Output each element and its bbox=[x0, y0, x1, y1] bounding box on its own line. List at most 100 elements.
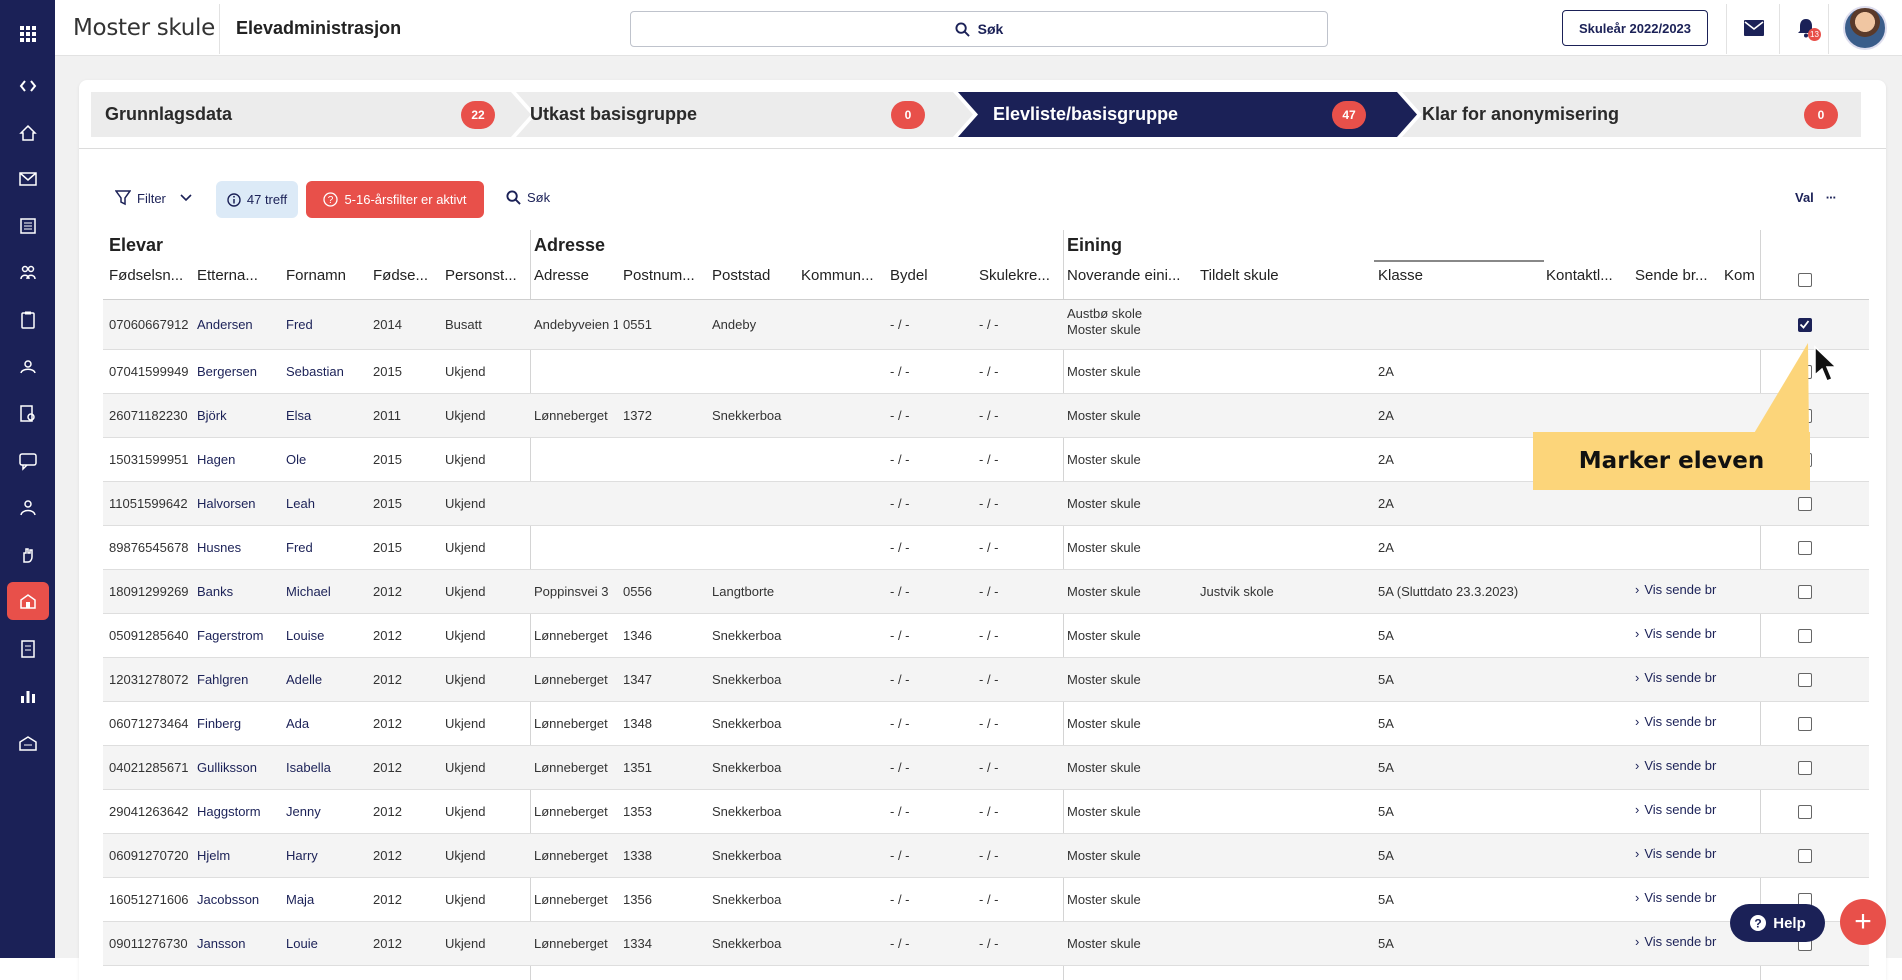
last-name-link[interactable]: Fahlgren bbox=[197, 672, 282, 687]
first-name-link[interactable]: Elsa bbox=[286, 408, 370, 423]
step-klar-for-anonymisering[interactable]: Klar for anonymisering 0 bbox=[1402, 92, 1861, 137]
nav-bar-chart-icon[interactable] bbox=[12, 680, 44, 712]
bell-icon[interactable]: 13 bbox=[1794, 16, 1818, 40]
filter-button[interactable]: Filter bbox=[115, 190, 192, 206]
more-icon[interactable]: ··· bbox=[1826, 190, 1836, 205]
column-header[interactable]: Kommun... bbox=[801, 267, 885, 284]
column-header[interactable]: Postnum... bbox=[623, 267, 707, 284]
table-row[interactable]: 06091270720HjelmHarry2012UkjendLønneberg… bbox=[103, 834, 1869, 878]
nav-mail-icon[interactable] bbox=[12, 163, 44, 195]
val-menu-button[interactable]: Val ··· bbox=[1795, 190, 1836, 205]
column-header[interactable]: Bydel bbox=[890, 267, 974, 284]
first-name-link[interactable]: Fred bbox=[286, 540, 370, 555]
table-row[interactable]: 09011276730JanssonLouie2012UkjendLønnebe… bbox=[103, 922, 1869, 966]
table-row[interactable]: 05091285640FagerstromLouise2012UkjendLøn… bbox=[103, 614, 1869, 658]
table-row[interactable]: 06071273464FinbergAda2012UkjendLønneberg… bbox=[103, 702, 1869, 746]
first-name-link[interactable]: Jenny bbox=[286, 804, 370, 819]
column-header[interactable]: Etterna... bbox=[197, 267, 282, 284]
last-name-link[interactable]: Jacobsson bbox=[197, 892, 282, 907]
first-name-link[interactable]: Leah bbox=[286, 496, 370, 511]
first-name-link[interactable]: Isabella bbox=[286, 760, 370, 775]
school-year-button[interactable]: Skuleår 2022/2023 bbox=[1562, 10, 1708, 46]
table-row[interactable]: 18091299269BanksMichael2012UkjendPoppins… bbox=[103, 570, 1869, 614]
mail-icon[interactable] bbox=[1742, 16, 1766, 40]
table-row[interactable]: 07060667912AndersenFred2014BusattAndebyv… bbox=[103, 300, 1869, 350]
nav-group-icon[interactable] bbox=[12, 351, 44, 383]
column-header[interactable]: Kom bbox=[1724, 267, 1760, 284]
column-header[interactable]: Noverande eini... bbox=[1067, 267, 1195, 284]
row-select-checkbox[interactable] bbox=[1798, 318, 1812, 332]
row-select-checkbox[interactable] bbox=[1798, 805, 1812, 819]
last-name-link[interactable]: Husnes bbox=[197, 540, 282, 555]
first-name-link[interactable]: Ada bbox=[286, 716, 370, 731]
row-select-checkbox[interactable] bbox=[1798, 497, 1812, 511]
column-header[interactable]: Sende br... bbox=[1635, 267, 1719, 284]
table-row[interactable]: 89876545678HusnesFred2015Ukjend- / -- / … bbox=[103, 526, 1869, 570]
show-send-link[interactable]: ›Vis sende br bbox=[1635, 714, 1720, 729]
step-grunnlagsdata[interactable]: Grunnlagsdata 22 bbox=[91, 92, 511, 137]
step-elevliste-basisgruppe[interactable]: Elevliste/basisgruppe 47 bbox=[958, 92, 1397, 137]
first-name-link[interactable]: Ole bbox=[286, 452, 370, 467]
row-select-checkbox[interactable] bbox=[1798, 761, 1812, 775]
column-header[interactable]: Poststad bbox=[712, 267, 796, 284]
nav-news-icon[interactable] bbox=[12, 210, 44, 242]
table-search-button[interactable]: Søk bbox=[506, 190, 550, 205]
nav-person-icon[interactable] bbox=[12, 492, 44, 524]
first-name-link[interactable]: Fred bbox=[286, 317, 370, 332]
last-name-link[interactable]: Finberg bbox=[197, 716, 282, 731]
avatar[interactable] bbox=[1843, 6, 1887, 50]
last-name-link[interactable]: Halvorsen bbox=[197, 496, 282, 511]
table-row[interactable]: 07041599949BergersenSebastian2015Ukjend-… bbox=[103, 350, 1869, 394]
show-send-link[interactable]: ›Vis sende br bbox=[1635, 846, 1720, 861]
column-header[interactable]: Fornamn bbox=[286, 267, 370, 284]
column-header[interactable]: Adresse bbox=[534, 267, 618, 284]
nav-chat-icon[interactable] bbox=[12, 445, 44, 477]
show-send-link[interactable]: ›Vis sende br bbox=[1635, 582, 1720, 597]
first-name-link[interactable]: Michael bbox=[286, 584, 370, 599]
first-name-link[interactable]: Harry bbox=[286, 848, 370, 863]
row-select-checkbox[interactable] bbox=[1798, 541, 1812, 555]
nav-report-icon[interactable] bbox=[12, 633, 44, 665]
last-name-link[interactable]: Andersen bbox=[197, 317, 282, 332]
last-name-link[interactable]: Gulliksson bbox=[197, 760, 282, 775]
help-button[interactable]: ? Help bbox=[1730, 904, 1825, 942]
first-name-link[interactable]: Louie bbox=[286, 936, 370, 951]
first-name-link[interactable]: Adelle bbox=[286, 672, 370, 687]
first-name-link[interactable]: Sebastian bbox=[286, 364, 370, 379]
row-select-checkbox[interactable] bbox=[1798, 585, 1812, 599]
nav-school-icon[interactable] bbox=[7, 582, 49, 620]
nav-apps-grid-icon[interactable] bbox=[12, 18, 44, 50]
last-name-link[interactable]: Hagen bbox=[197, 452, 282, 467]
table-row[interactable]: 12031278072FahlgrenAdelle2012UkjendLønne… bbox=[103, 658, 1869, 702]
column-header[interactable]: Fødse... bbox=[373, 267, 443, 284]
nav-hand-icon[interactable] bbox=[12, 539, 44, 571]
add-button[interactable]: + bbox=[1840, 899, 1886, 945]
last-name-link[interactable]: Banks bbox=[197, 584, 282, 599]
brand-name[interactable]: Moster skule bbox=[73, 15, 215, 41]
show-send-link[interactable]: ›Vis sende br bbox=[1635, 758, 1720, 773]
first-name-link[interactable]: Maja bbox=[286, 892, 370, 907]
column-header[interactable]: Fødselsn... bbox=[109, 267, 193, 284]
nav-building-icon[interactable] bbox=[12, 727, 44, 759]
row-select-checkbox[interactable] bbox=[1798, 717, 1812, 731]
table-row[interactable]: 04021285671GullikssonIsabella2012UkjendL… bbox=[103, 746, 1869, 790]
table-row[interactable]: 16051271606JacobssonMaja2012UkjendLønneb… bbox=[103, 878, 1869, 922]
row-select-checkbox[interactable] bbox=[1798, 849, 1812, 863]
step-utkast-basisgruppe[interactable]: Utkast basisgruppe 0 bbox=[516, 92, 953, 137]
table-row[interactable]: 29041263642HaggstormJenny2012UkjendLønne… bbox=[103, 790, 1869, 834]
show-send-link[interactable]: ›Vis sende br bbox=[1635, 802, 1720, 817]
last-name-link[interactable]: Jansson bbox=[197, 936, 282, 951]
select-all-checkbox[interactable] bbox=[1798, 273, 1812, 287]
last-name-link[interactable]: Fagerstrom bbox=[197, 628, 282, 643]
last-name-link[interactable]: Hjelm bbox=[197, 848, 282, 863]
age-filter-badge[interactable]: ? 5-16-årsfilter er aktivt bbox=[306, 181, 484, 218]
hits-badge[interactable]: 47 treff bbox=[216, 181, 298, 218]
last-name-link[interactable]: Björk bbox=[197, 408, 282, 423]
last-name-link[interactable]: Bergersen bbox=[197, 364, 282, 379]
show-send-link[interactable]: ›Vis sende br bbox=[1635, 934, 1720, 949]
nav-home-icon[interactable] bbox=[12, 117, 44, 149]
column-header[interactable]: Personst... bbox=[445, 267, 527, 284]
column-header[interactable]: Skulekre... bbox=[979, 267, 1063, 284]
column-header[interactable]: Tildelt skule bbox=[1200, 267, 1370, 284]
nav-document-search-icon[interactable] bbox=[12, 398, 44, 430]
